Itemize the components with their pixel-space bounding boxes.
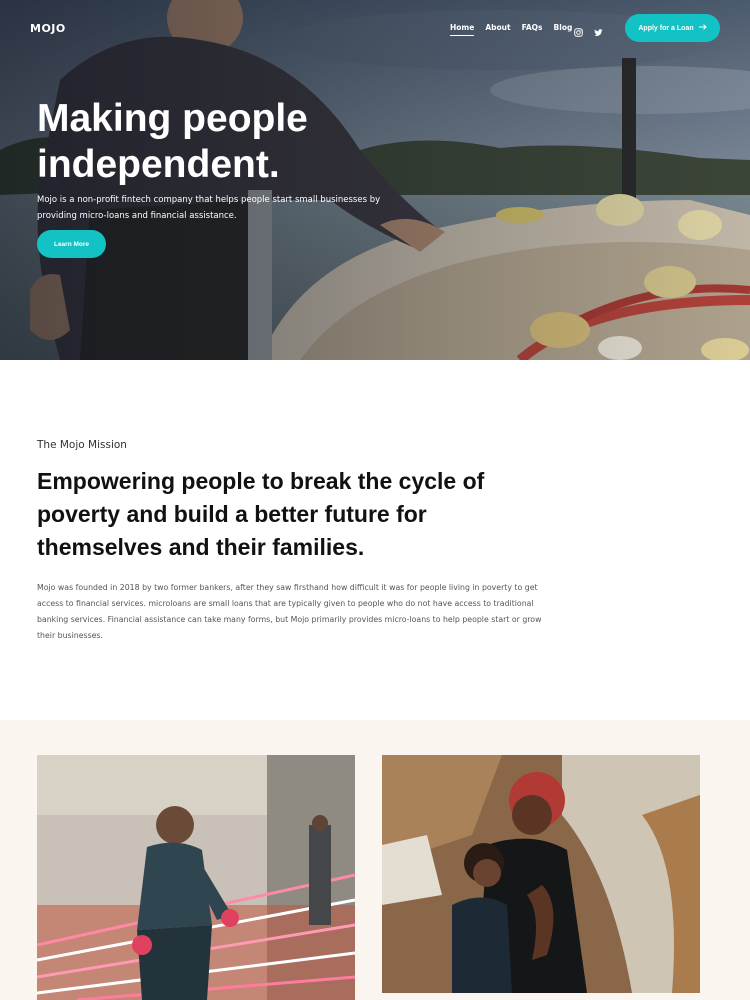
mission-title: Empowering people to break the cycle of … xyxy=(37,468,485,560)
embrace-photo xyxy=(382,755,700,993)
nav-item-faqs[interactable]: FAQs xyxy=(522,23,543,36)
nav-item-blog[interactable]: Blog xyxy=(554,23,573,36)
nav-item-about[interactable]: About xyxy=(485,23,510,36)
nav-item-home[interactable]: Home xyxy=(450,23,475,36)
weaver-photo xyxy=(37,755,355,1000)
mission-body: Mojo was founded in 2018 by two former b… xyxy=(37,583,542,640)
twitter-icon[interactable] xyxy=(594,22,603,36)
social-links xyxy=(574,22,603,37)
site-logo[interactable]: MOJO xyxy=(30,22,66,35)
hero-description: Mojo is a non-profit fintech company tha… xyxy=(37,195,381,221)
apply-loan-label: Apply for a Loan xyxy=(638,24,694,32)
hero-section: MOJO Home About FAQs Blog Apply for a Lo… xyxy=(0,0,750,360)
gallery-section xyxy=(0,720,750,1000)
apply-loan-button[interactable]: Apply for a Loan xyxy=(625,14,720,42)
learn-more-button[interactable]: Learn More xyxy=(37,230,106,258)
instagram-icon[interactable] xyxy=(574,22,583,37)
main-nav: Home About FAQs Blog xyxy=(450,23,572,36)
arrow-right-icon xyxy=(698,24,707,32)
hero-title: Making people independent. xyxy=(37,97,308,186)
mission-label: The Mojo Mission xyxy=(37,439,127,451)
